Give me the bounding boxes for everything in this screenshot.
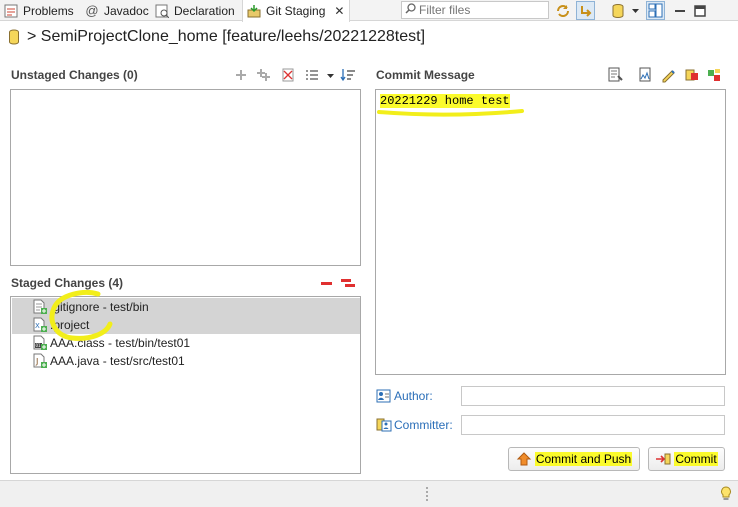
- column-layout-icon[interactable]: [646, 1, 665, 20]
- staged-file-row[interactable]: 01 AAA.class - test/bin/test01: [12, 334, 360, 352]
- commit-and-push-icon: [516, 451, 532, 467]
- tab-git-staging-label: Git Staging: [266, 4, 326, 18]
- refresh-icon[interactable]: [553, 1, 572, 20]
- declaration-icon: [155, 4, 169, 18]
- status-divider: [426, 487, 428, 501]
- repository-name: > SemiProjectClone_home [feature/leehs/2…: [27, 28, 426, 45]
- amend-icon[interactable]: [606, 67, 624, 83]
- staged-file-label: .gitignore - test/bin: [50, 300, 149, 314]
- author-icon: [376, 388, 392, 404]
- commit-icon: [655, 451, 671, 467]
- committer-icon: [376, 417, 392, 433]
- push-upstream-icon[interactable]: [705, 67, 723, 83]
- tab-declaration-label: Declaration: [174, 3, 235, 18]
- sign-commit-icon[interactable]: [659, 67, 677, 83]
- tab-problems[interactable]: Problems: [4, 0, 74, 21]
- repository-title: > SemiProjectClone_home [feature/leehs/2…: [8, 28, 425, 46]
- status-bar: [0, 480, 738, 507]
- committer-field[interactable]: [461, 415, 725, 435]
- unstage-all-icon[interactable]: [339, 275, 357, 291]
- class-file-added-icon: 01: [32, 335, 48, 351]
- commit-message-editor[interactable]: 20221229 home test: [375, 89, 726, 375]
- unstaged-files-list[interactable]: [10, 89, 361, 266]
- commit-message-title: Commit Message: [376, 68, 475, 82]
- commit-and-push-button[interactable]: Commit and Push: [508, 447, 640, 471]
- java-file-added-icon: J: [32, 353, 48, 369]
- staged-file-label: AAA.java - test/src/test01: [50, 354, 185, 368]
- signed-off-icon[interactable]: [636, 67, 654, 83]
- committer-label[interactable]: Committer:: [376, 417, 453, 433]
- unstage-selected-icon[interactable]: [317, 275, 335, 291]
- change-id-icon[interactable]: [683, 67, 701, 83]
- chevron-down-icon[interactable]: [321, 67, 339, 83]
- ignore-file-icon[interactable]: [279, 67, 297, 83]
- author-field[interactable]: [461, 386, 725, 406]
- maximize-icon[interactable]: [690, 1, 709, 20]
- staged-file-row[interactable]: .gitignore - test/bin: [12, 298, 360, 316]
- staged-file-row[interactable]: X .project: [12, 316, 360, 334]
- file-added-icon: [32, 299, 48, 315]
- tab-declaration[interactable]: Declaration: [155, 0, 235, 21]
- view-tab-bar: Problems @ Javadoc Declaration Git Stagi…: [0, 0, 738, 22]
- svg-text:01: 01: [36, 343, 42, 348]
- tab-javadoc[interactable]: @ Javadoc: [85, 0, 149, 21]
- staged-files-list[interactable]: .gitignore - test/bin X .project 01 AAA.…: [10, 296, 361, 474]
- filter-files-input[interactable]: [419, 3, 544, 17]
- repository-icon: [8, 29, 20, 45]
- svg-text:X: X: [35, 322, 40, 330]
- close-icon[interactable]: ✕: [334, 4, 344, 18]
- sort-icon[interactable]: [339, 67, 357, 83]
- xml-file-added-icon: X: [32, 317, 48, 333]
- author-label[interactable]: Author:: [376, 388, 433, 404]
- staged-file-row[interactable]: J AAA.java - test/src/test01: [12, 352, 360, 370]
- stage-all-icon[interactable]: [254, 67, 272, 83]
- tab-problems-label: Problems: [23, 3, 74, 18]
- lightbulb-icon[interactable]: [720, 486, 732, 505]
- staged-file-label: .project: [50, 318, 90, 332]
- minimize-icon[interactable]: [670, 1, 689, 20]
- presentation-list-icon[interactable]: [303, 67, 321, 83]
- commit-message-text[interactable]: 20221229 home test: [380, 94, 510, 108]
- stage-selected-icon[interactable]: [232, 67, 250, 83]
- tab-javadoc-label: Javadoc: [104, 3, 149, 18]
- git-staging-icon: [247, 4, 261, 18]
- repository-icon[interactable]: [608, 1, 627, 20]
- problems-icon: [4, 4, 18, 18]
- svg-text:J: J: [35, 357, 38, 366]
- commit-button[interactable]: Commit: [648, 447, 725, 471]
- javadoc-icon: @: [85, 3, 99, 18]
- link-selection-icon[interactable]: [576, 1, 595, 20]
- staged-file-label: AAA.class - test/bin/test01: [50, 336, 191, 350]
- tab-git-staging[interactable]: Git Staging ✕: [242, 0, 350, 22]
- chevron-down-icon[interactable]: [626, 1, 645, 20]
- filter-files-field[interactable]: [401, 1, 549, 19]
- staged-changes-title: Staged Changes (4): [11, 276, 124, 290]
- unstaged-changes-title: Unstaged Changes (0): [11, 68, 138, 82]
- search-icon: [405, 3, 416, 17]
